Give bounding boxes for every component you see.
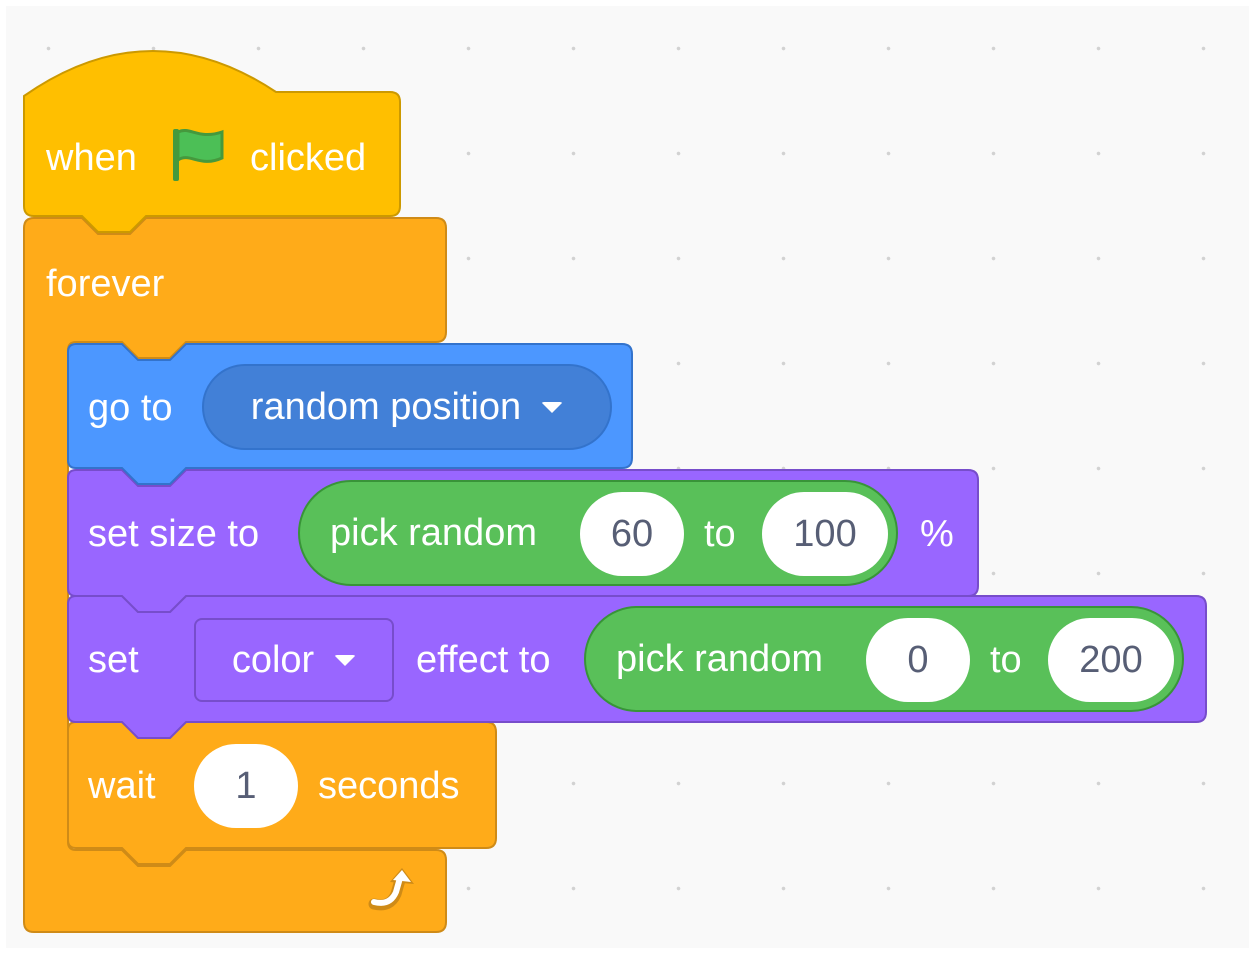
random-to-value: 100 xyxy=(793,512,857,555)
random-from-input-effect[interactable]: 0 xyxy=(866,618,970,702)
dropdown-caret-icon xyxy=(334,654,357,666)
wait-duration-input[interactable]: 1 xyxy=(194,744,298,828)
green-flag-icon xyxy=(173,129,224,181)
goto-target-dropdown[interactable]: random position xyxy=(202,364,612,450)
goto-target-value: random position xyxy=(250,385,522,428)
random-to-input-effect[interactable]: 200 xyxy=(1048,618,1174,702)
random-from-input-size[interactable]: 60 xyxy=(580,492,684,576)
set-label: set xyxy=(88,639,139,681)
when-label: when xyxy=(46,137,137,179)
percent-label: % xyxy=(920,513,954,555)
script-stack[interactable]: when clicked forever go to random positi… xyxy=(0,0,1253,953)
forever-label: forever xyxy=(46,263,165,305)
to-label: to xyxy=(990,639,1022,681)
random-to-value: 200 xyxy=(1079,638,1143,681)
pick-random-label: pick random xyxy=(616,637,823,680)
random-from-value: 60 xyxy=(610,512,654,555)
wait-label: wait xyxy=(88,765,156,807)
seconds-label: seconds xyxy=(318,765,460,807)
clicked-label: clicked xyxy=(250,137,367,179)
wait-duration-value: 1 xyxy=(235,764,257,807)
goto-label: go to xyxy=(88,387,173,429)
pick-random-label: pick random xyxy=(330,511,537,554)
random-to-input-size[interactable]: 100 xyxy=(762,492,888,576)
dropdown-caret-icon xyxy=(541,401,564,413)
effect-value: color xyxy=(231,638,315,681)
effect-to-label: effect to xyxy=(416,639,551,681)
loop-arrow-icon xyxy=(368,868,414,911)
effect-dropdown[interactable]: color xyxy=(194,618,394,702)
random-from-value: 0 xyxy=(907,638,929,681)
to-label: to xyxy=(704,513,736,555)
set-size-label: set size to xyxy=(88,513,260,555)
